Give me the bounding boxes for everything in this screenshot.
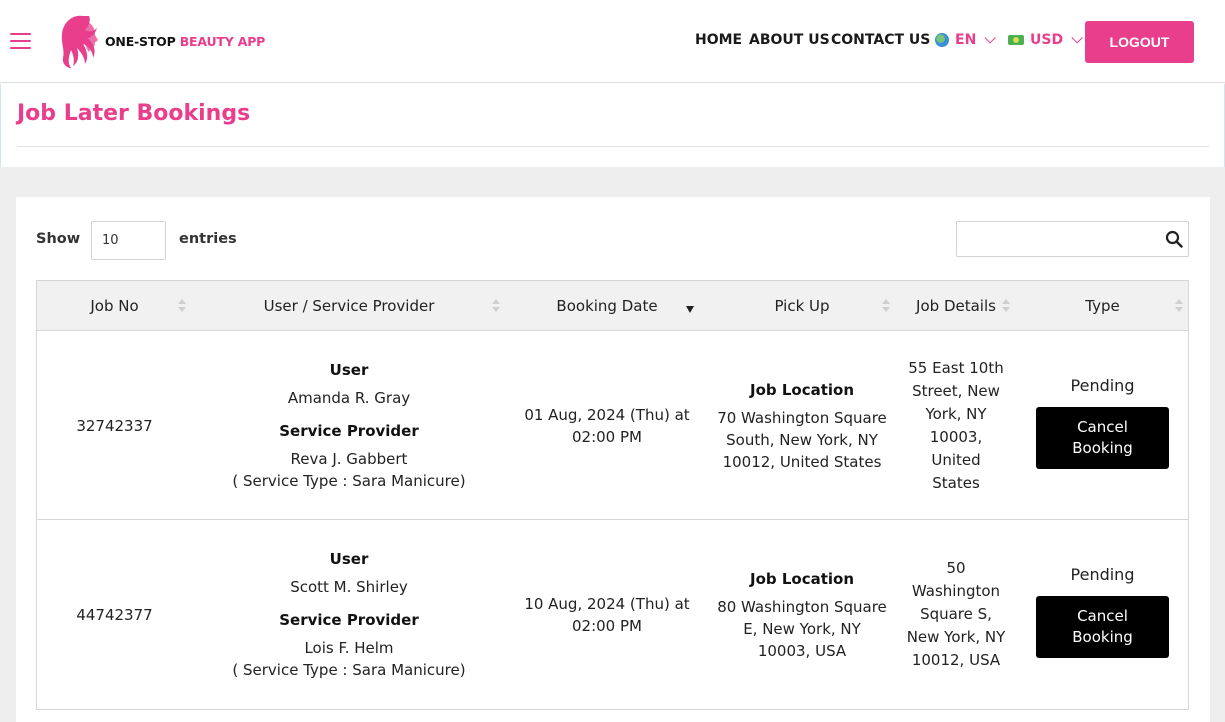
column-header-pick-up[interactable]: Pick Up bbox=[708, 281, 896, 331]
brand-name-part2: BEAUTY APP bbox=[179, 34, 266, 49]
table-row: 44742377 User Scott M. Shirley Service P… bbox=[37, 520, 1188, 709]
page-title: Job Later Bookings bbox=[17, 101, 251, 126]
cell-job-no: 32742337 bbox=[76, 416, 153, 435]
brand-name[interactable]: ONE-STOP BEAUTY APP bbox=[105, 34, 265, 49]
column-header-user-service-provider[interactable]: User / Service Provider bbox=[192, 281, 506, 331]
pickup-address: 80 Washington Square E, New York, NY 100… bbox=[717, 597, 887, 660]
cell-type: Pending Cancel Booking bbox=[1016, 520, 1189, 709]
currency-dropdown[interactable]: USD bbox=[1008, 32, 1083, 48]
column-header-job-no[interactable]: Job No bbox=[37, 281, 192, 331]
title-divider bbox=[17, 146, 1209, 147]
provider-name: Lois F. Helm bbox=[304, 639, 394, 657]
hamburger-menu-icon[interactable] bbox=[10, 33, 31, 49]
column-header-type[interactable]: Type bbox=[1016, 281, 1189, 331]
chevron-down-icon bbox=[1071, 32, 1083, 44]
cell-booking-date: 01 Aug, 2024 (Thu) at 02:00 PM bbox=[506, 331, 708, 520]
service-provider-label: Service Provider bbox=[279, 422, 419, 440]
service-type: ( Service Type : Sara Manicure) bbox=[232, 661, 466, 679]
cell-job-no: 44742377 bbox=[76, 605, 153, 624]
user-name: Amanda R. Gray bbox=[287, 389, 411, 407]
cell-user-provider: User Scott M. Shirley Service Provider L… bbox=[192, 520, 506, 709]
sort-descending-icon bbox=[686, 306, 694, 313]
cell-job-details: 55 East 10th Street, New York, NY 10003,… bbox=[908, 358, 1004, 492]
search-icon[interactable] bbox=[1165, 230, 1183, 248]
logout-button[interactable]: LOGOUT bbox=[1085, 21, 1194, 63]
show-label: Show bbox=[36, 231, 81, 247]
booking-date: 10 Aug, 2024 (Thu) at bbox=[524, 594, 690, 613]
search-input[interactable] bbox=[956, 221, 1189, 257]
nav-about-us[interactable]: ABOUT US bbox=[749, 32, 830, 48]
user-label: User bbox=[329, 361, 369, 379]
status-badge: Pending bbox=[1070, 564, 1135, 584]
sort-icon bbox=[492, 299, 500, 313]
cell-pick-up: Job Location 70 Washington Square South,… bbox=[717, 331, 887, 520]
bookings-table: Job No User / Service Provider Booking D… bbox=[36, 280, 1189, 710]
sort-icon bbox=[882, 299, 890, 313]
entries-per-page-select[interactable]: 10 bbox=[91, 221, 166, 260]
user-name: Scott M. Shirley bbox=[290, 578, 408, 596]
brand-name-part1: ONE-STOP bbox=[105, 34, 176, 49]
currency-selected: USD bbox=[1030, 32, 1064, 48]
column-header-job-details[interactable]: Job Details bbox=[896, 281, 1016, 331]
column-header-label: User / Service Provider bbox=[263, 297, 435, 315]
cancel-booking-button[interactable]: Cancel Booking bbox=[1036, 406, 1169, 469]
column-header-booking-date[interactable]: Booking Date bbox=[506, 281, 708, 331]
pickup-address: 70 Washington Square South, New York, NY… bbox=[717, 408, 887, 471]
sort-icon bbox=[1175, 299, 1183, 313]
table-header-row: Job No User / Service Provider Booking D… bbox=[37, 281, 1188, 331]
nav-home[interactable]: HOME bbox=[695, 32, 742, 48]
table-row: 32742337 User Amanda R. Gray Service Pro… bbox=[37, 331, 1188, 520]
user-label: User bbox=[329, 550, 369, 568]
column-header-label: Job No bbox=[90, 297, 139, 315]
cell-pick-up: Job Location 80 Washington Square E, New… bbox=[717, 520, 887, 709]
language-selected: EN bbox=[955, 32, 977, 48]
sort-icon bbox=[1002, 299, 1010, 313]
language-dropdown[interactable]: EN bbox=[935, 32, 997, 48]
cell-job-details: 50 Washington Square S, New York, NY 100… bbox=[906, 559, 1006, 669]
column-header-label: Pick Up bbox=[774, 297, 830, 315]
booking-date: 01 Aug, 2024 (Thu) at bbox=[524, 405, 690, 424]
cell-booking-date: 10 Aug, 2024 (Thu) at 02:00 PM bbox=[506, 520, 708, 709]
brand-logo-icon[interactable] bbox=[55, 12, 103, 70]
column-header-label: Booking Date bbox=[556, 297, 658, 315]
chevron-down-icon bbox=[984, 32, 997, 44]
entries-label: entries bbox=[179, 231, 237, 247]
service-type: ( Service Type : Sara Manicure) bbox=[232, 472, 466, 490]
column-header-label: Type bbox=[1085, 297, 1120, 315]
cell-type: Pending Cancel Booking bbox=[1016, 331, 1189, 520]
nav-contact-us[interactable]: CONTACT US bbox=[831, 32, 930, 48]
cell-user-provider: User Amanda R. Gray Service Provider Rev… bbox=[192, 331, 506, 520]
cancel-booking-button[interactable]: Cancel Booking bbox=[1036, 595, 1169, 658]
job-location-label: Job Location bbox=[749, 380, 855, 399]
booking-time: 02:00 PM bbox=[572, 616, 642, 635]
top-header: ONE-STOP BEAUTY APP HOME ABOUT US CONTAC… bbox=[0, 0, 1225, 83]
page-title-section: Job Later Bookings bbox=[0, 84, 1225, 167]
booking-time: 02:00 PM bbox=[572, 427, 642, 446]
status-badge: Pending bbox=[1070, 375, 1135, 395]
sort-icon bbox=[178, 299, 186, 313]
job-location-label: Job Location bbox=[749, 569, 855, 588]
globe-icon bbox=[935, 33, 949, 47]
service-provider-label: Service Provider bbox=[279, 611, 419, 629]
column-header-label: Job Details bbox=[916, 297, 996, 315]
money-icon bbox=[1008, 35, 1024, 45]
provider-name: Reva J. Gabbert bbox=[290, 450, 408, 468]
